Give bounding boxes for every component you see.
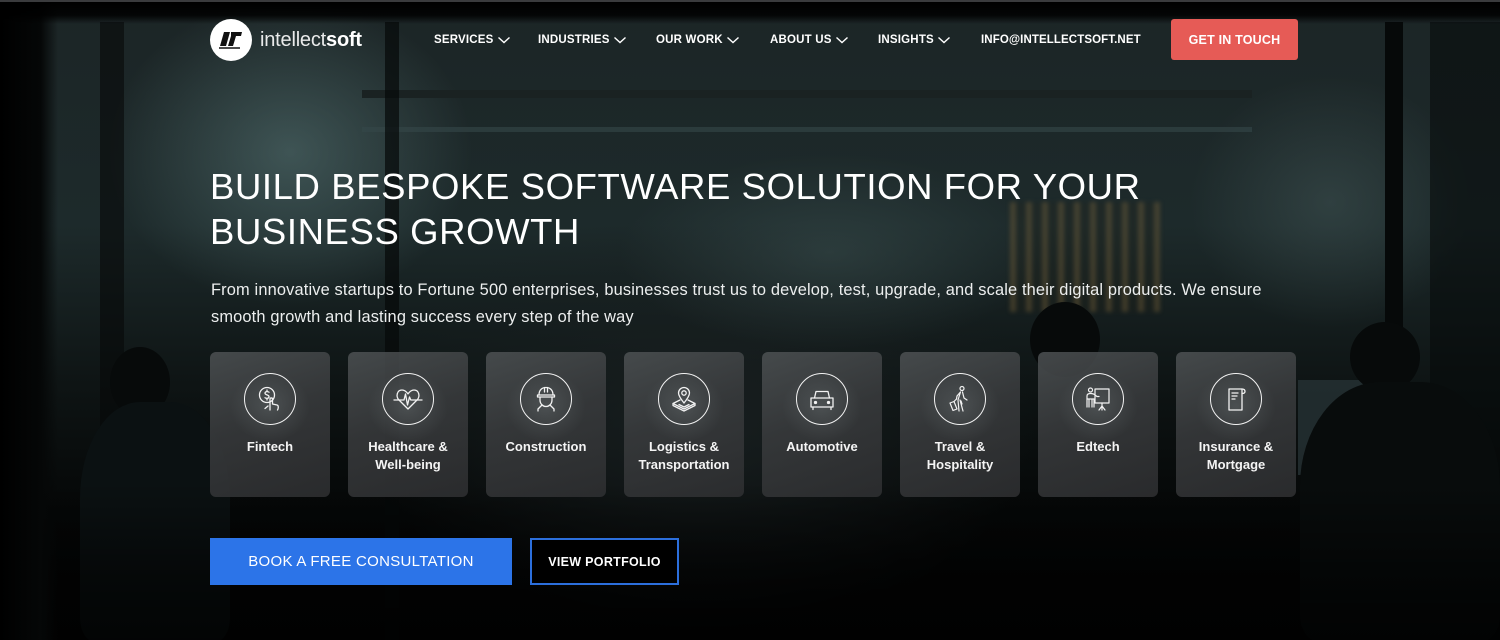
industry-card-automotive[interactable]: Automotive [762, 352, 882, 497]
nav-item-label: INSIGHTS [878, 34, 934, 46]
industry-cards: Fintech Healthcare & Well-being Construc… [210, 352, 1296, 497]
dollar-coin-hand-icon [244, 373, 296, 425]
industry-card-label: Healthcare & Well-being [368, 439, 448, 472]
document-scroll-icon [1210, 373, 1262, 425]
background-detail [362, 127, 1252, 132]
car-icon [796, 373, 848, 425]
nav-item-label: SERVICES [434, 34, 494, 46]
industry-card-travel[interactable]: Travel & Hospitality [900, 352, 1020, 497]
chevron-down-icon [835, 36, 848, 44]
chevron-down-icon [937, 36, 950, 44]
brand-name-light: intellect [260, 28, 327, 51]
background-detail [362, 90, 1252, 98]
industry-card-label: Automotive [786, 439, 858, 454]
nav-item-our-work[interactable]: OUR WORK [656, 30, 740, 50]
industry-card-label: Edtech [1076, 439, 1120, 454]
email-link[interactable]: INFO@INTELLECTSOFT.NET [981, 30, 1141, 50]
intellectsoft-logo-icon [210, 19, 252, 61]
industry-card-healthcare[interactable]: Healthcare & Well-being [348, 352, 468, 497]
hero-subtitle: From innovative startups to Fortune 500 … [211, 281, 1262, 326]
logo-link[interactable]: intellectsoft [210, 19, 362, 61]
nav-item-insights[interactable]: INSIGHTS [878, 30, 951, 50]
chevron-down-icon [613, 36, 626, 44]
hero-title: BUILD BESPOKE SOFTWARE SOLUTION FOR YOUR… [210, 166, 1141, 252]
brand-name-bold: soft [326, 28, 362, 51]
traveler-luggage-icon [934, 373, 986, 425]
hero-section: intellectsoft SERVICES INDUSTRIES OUR WO… [0, 0, 1500, 640]
view-portfolio-button[interactable]: VIEW PORTFOLIO [530, 538, 679, 585]
background-detail [0, 2, 58, 640]
industry-card-label: Logistics & Transportation [638, 439, 730, 472]
industry-card-logistics[interactable]: Logistics & Transportation [624, 352, 744, 497]
get-in-touch-button[interactable]: GET IN TOUCH [1171, 19, 1298, 60]
industry-card-label: Fintech [246, 439, 294, 454]
chevron-down-icon [726, 36, 739, 44]
site-header: intellectsoft SERVICES INDUSTRIES OUR WO… [0, 2, 1500, 82]
industry-card-construction[interactable]: Construction [486, 352, 606, 497]
hard-hat-worker-icon [520, 373, 572, 425]
industry-card-label: Insurance & Mortgage [1198, 439, 1274, 472]
nav-item-label: ABOUT US [770, 34, 832, 46]
industry-card-label: Travel & Hospitality [926, 439, 994, 472]
map-pin-icon [658, 373, 710, 425]
teacher-board-icon [1072, 373, 1124, 425]
book-consultation-button[interactable]: BOOK A FREE CONSULTATION [210, 538, 512, 585]
nav-item-services[interactable]: SERVICES [434, 30, 511, 50]
nav-item-industries[interactable]: INDUSTRIES [538, 30, 627, 50]
nav-item-label: OUR WORK [656, 34, 723, 46]
industry-card-label: Construction [505, 439, 587, 454]
nav-item-about-us[interactable]: ABOUT US [770, 30, 849, 50]
industry-card-edtech[interactable]: Edtech [1038, 352, 1158, 497]
industry-card-fintech[interactable]: Fintech [210, 352, 330, 497]
heart-pulse-icon [382, 373, 434, 425]
industry-card-insurance[interactable]: Insurance & Mortgage [1176, 352, 1296, 497]
nav-item-label: INDUSTRIES [538, 34, 610, 46]
chevron-down-icon [497, 36, 510, 44]
brand-name: intellectsoft [260, 29, 362, 52]
